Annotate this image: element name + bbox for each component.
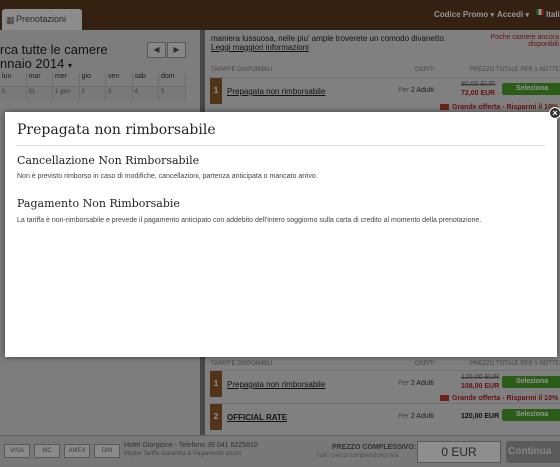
cancellation-heading: Cancellazione Non Rimborsabile [17, 154, 200, 167]
payment-text: La tariffa è non-rimborsabile e prevede … [17, 217, 482, 224]
rate-policy-modal: Prepagata non rimborsabile Cancellazione… [5, 112, 557, 357]
modal-title: Prepagata non rimborsabile [17, 122, 216, 138]
payment-heading: Pagamento Non Rimborsabie [17, 197, 180, 210]
close-icon[interactable]: × [549, 107, 560, 119]
divider [17, 145, 545, 146]
cancellation-text: Non è previsto rimborso in caso di modif… [17, 173, 318, 180]
